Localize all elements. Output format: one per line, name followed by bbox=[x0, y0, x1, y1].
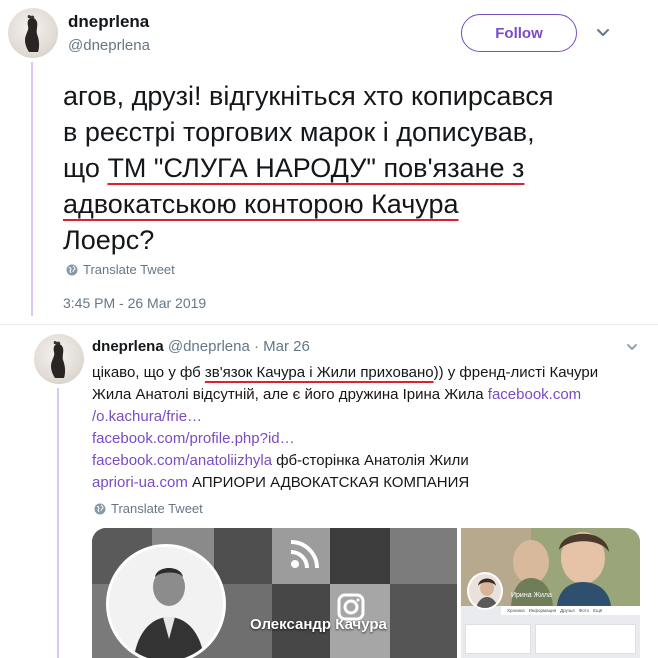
reply-header: dneprlena @dneprlena · Mar 26 bbox=[92, 338, 310, 355]
tweet-text-line: Лоерс? bbox=[63, 222, 643, 258]
facebook-tab: Информация bbox=[528, 608, 557, 613]
translate-tweet-link[interactable]: Translate Tweet bbox=[94, 501, 203, 516]
reply-author-name[interactable]: dneprlena bbox=[92, 338, 164, 355]
reply-text-segment: фб-сторінка Анатолія Жили bbox=[272, 452, 469, 469]
reply-link[interactable]: facebook.com/anatoliizhyla bbox=[92, 452, 272, 469]
globe-icon bbox=[66, 264, 78, 275]
tweet-timestamp[interactable]: 3:45 PM - 26 Mar 2019 bbox=[63, 295, 206, 311]
chevron-down-icon[interactable] bbox=[596, 28, 610, 38]
reply-link[interactable]: facebook.com bbox=[488, 386, 581, 403]
tweet-text-segment: в реєстрі торгових марок і дописував, bbox=[63, 117, 535, 147]
person-photo bbox=[109, 547, 223, 658]
media-image-right[interactable]: Ирина Жила Хроника Информация Друзья Фото Ещ… bbox=[461, 528, 640, 658]
tweet-text-segment: Лоерс? bbox=[63, 225, 155, 255]
reply-thread-line bbox=[57, 388, 59, 658]
avatar-silhouette-icon bbox=[51, 340, 66, 378]
tweet-text-line: що ТМ "СЛУГА НАРОДУ" пов'язане з bbox=[63, 150, 643, 186]
reply-text-segment: )) у френд-листі Качури bbox=[433, 364, 599, 381]
media-attachment[interactable]: Олександр Качура Ирина Жила Хроника Инфор… bbox=[92, 528, 640, 658]
thread-line bbox=[31, 62, 33, 316]
rss-icon bbox=[290, 540, 319, 569]
profile-photo-small bbox=[467, 572, 503, 610]
author-name[interactable]: dneprlena bbox=[68, 12, 149, 32]
reply-link[interactable]: /o.kachura/frie… bbox=[92, 408, 202, 425]
facebook-profile-name-small: Ирина Жила bbox=[511, 592, 552, 599]
highlighted-text: зв'язок Качура і Жили приховано bbox=[204, 364, 434, 381]
reply-date[interactable]: Mar 26 bbox=[263, 338, 310, 355]
tweet-text-segment: агов, друзі! відгукніться хто копирсався bbox=[63, 81, 554, 111]
facebook-tab: Ещё bbox=[593, 608, 603, 613]
reply-text-line: цікаво, що у фб зв'язок Качура і Жили пр… bbox=[92, 362, 648, 384]
translate-label[interactable]: Translate Tweet bbox=[83, 262, 175, 277]
reply-text-line: facebook.com/anatoliizhyla фб-сторінка А… bbox=[92, 450, 648, 472]
avatar-silhouette-icon bbox=[25, 14, 40, 52]
facebook-profile-name: Олександр Качура bbox=[250, 616, 387, 633]
facebook-profile-tabs: Хроника Информация Друзья Фото Ещё bbox=[501, 606, 640, 615]
reply-link[interactable]: facebook.com/profile.php?id… bbox=[92, 430, 295, 447]
reply-text: цікаво, що у фб зв'язок Качура і Жили пр… bbox=[92, 362, 648, 494]
reply-separator: · bbox=[253, 338, 259, 355]
tweet-text: агов, друзі! відгукніться хто копирсався… bbox=[63, 78, 643, 258]
reply-author-avatar[interactable] bbox=[34, 334, 84, 384]
follow-button[interactable]: Follow bbox=[461, 14, 577, 52]
tweet-text-segment: що bbox=[63, 153, 108, 183]
author-handle[interactable]: @dneprlena bbox=[68, 37, 150, 54]
highlighted-text: ТМ "СЛУГА НАРОДУ" пов'язане з bbox=[107, 153, 525, 183]
tweet-text-line: адвокатською конторою Качура bbox=[63, 186, 643, 222]
translate-label[interactable]: Translate Tweet bbox=[111, 501, 203, 516]
reply-author-handle[interactable]: @dneprlena bbox=[168, 338, 250, 355]
reply-text-segment: цікаво, що у фб bbox=[92, 364, 205, 381]
tweet-text-line: в реєстрі торгових марок і дописував, bbox=[63, 114, 643, 150]
facebook-tab: Хроника bbox=[507, 608, 525, 613]
author-avatar[interactable] bbox=[8, 8, 58, 58]
tweet-divider bbox=[0, 324, 658, 325]
facebook-tab: Фото bbox=[578, 608, 590, 613]
reply-text-line: Жила Анатолі відсутній, але є його дружи… bbox=[92, 384, 648, 406]
reply-text-segment: Жила Анатолі відсутній, але є його дружи… bbox=[92, 386, 488, 403]
chevron-down-icon[interactable] bbox=[626, 343, 638, 352]
reply-link[interactable]: apriori-ua.com bbox=[92, 474, 188, 491]
reply-text-line: /o.kachura/frie… bbox=[92, 406, 648, 428]
media-image-left[interactable]: Олександр Качура bbox=[92, 528, 457, 658]
reply-text-line: facebook.com/profile.php?id… bbox=[92, 428, 648, 450]
reply-text-line: apriori-ua.com АПРИОРИ АДВОКАТСКАЯ КОМПА… bbox=[92, 472, 648, 494]
tweet-text-line: агов, друзі! відгукніться хто копирсався bbox=[63, 78, 643, 114]
translate-tweet-link[interactable]: Translate Tweet bbox=[66, 262, 175, 277]
globe-icon bbox=[94, 503, 106, 514]
profile-photo bbox=[106, 544, 226, 658]
highlighted-text: адвокатською конторою Качура bbox=[63, 189, 459, 219]
facebook-tab: Друзья bbox=[560, 608, 575, 613]
reply-text-segment: АПРИОРИ АДВОКАТСКАЯ КОМПАНИЯ bbox=[187, 474, 470, 491]
